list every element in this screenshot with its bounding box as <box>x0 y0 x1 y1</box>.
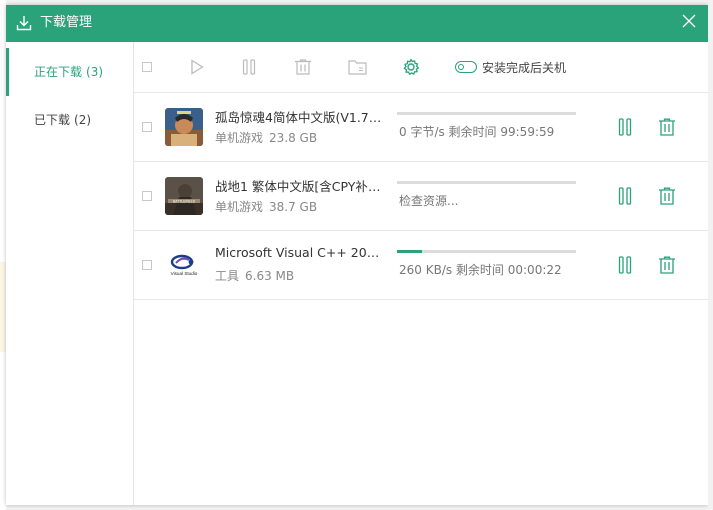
battlefield-1-thumbnail: BATTLEFIELD <box>165 177 203 215</box>
download-row[interactable]: Visual Studio Microsoft Visual C++ 2013.… <box>134 231 708 300</box>
download-meta: 单机游戏 23.8 GB <box>215 129 317 146</box>
select-all-checkbox[interactable] <box>142 62 152 72</box>
sidebar-item-downloading[interactable]: 正在下载 (3) <box>6 48 133 96</box>
background-right-strip <box>708 0 713 510</box>
window-title: 下载管理 <box>40 15 93 30</box>
download-list-panel: 安装完成后关机 孤岛惊魂4简体中文版(V1.7+... 单机游戏 23.8 GB … <box>134 42 708 505</box>
svg-text:Visual Studio: Visual Studio <box>171 271 198 276</box>
trash-icon[interactable] <box>658 256 676 274</box>
download-row[interactable]: BATTLEFIELD 战地1 繁体中文版[含CPY补丁|... 单机游戏 38.… <box>134 162 708 231</box>
play-icon[interactable] <box>190 59 204 75</box>
title-bar: 下载管理 <box>6 5 708 42</box>
download-category: 单机游戏 <box>215 131 264 145</box>
progress-fill <box>397 250 423 253</box>
progress-bar <box>397 181 576 184</box>
shutdown-after-install-label: 安装完成后关机 <box>482 60 567 75</box>
download-status: 0 字节/s 剩余时间 99:59:59 <box>399 125 555 139</box>
trash-icon[interactable] <box>658 118 676 136</box>
progress-bar <box>397 250 576 253</box>
pause-icon[interactable] <box>618 118 632 136</box>
row-checkbox[interactable] <box>142 260 152 270</box>
pause-icon[interactable] <box>242 59 256 75</box>
download-icon <box>16 16 32 31</box>
pause-icon[interactable] <box>618 187 632 205</box>
download-status: 检查资源... <box>399 194 459 208</box>
sidebar-item-downloaded[interactable]: 已下载 (2) <box>6 96 133 144</box>
trash-icon[interactable] <box>658 187 676 205</box>
download-size: 6.63 MB <box>245 269 295 283</box>
download-name: 孤岛惊魂4简体中文版(V1.7+... <box>215 110 385 125</box>
toggle-switch-icon <box>455 61 477 73</box>
download-category: 工具 <box>215 269 240 283</box>
svg-text:BATTLEFIELD: BATTLEFIELD <box>173 199 196 203</box>
download-meta: 单机游戏 38.7 GB <box>215 198 317 215</box>
download-name: Microsoft Visual C++ 2013... <box>215 245 385 260</box>
far-cry-4-thumbnail <box>165 108 203 146</box>
download-status: 260 KB/s 剩余时间 00:00:22 <box>399 263 562 277</box>
sidebar: 正在下载 (3) 已下载 (2) <box>6 42 134 505</box>
download-size: 38.7 GB <box>269 200 318 214</box>
progress-bar <box>397 112 576 115</box>
close-icon[interactable] <box>682 14 696 28</box>
gear-icon[interactable] <box>402 58 420 76</box>
toolbar: 安装完成后关机 <box>134 42 708 93</box>
pause-icon[interactable] <box>618 256 632 274</box>
download-size: 23.8 GB <box>269 131 318 145</box>
row-checkbox[interactable] <box>142 122 152 132</box>
sidebar-item-label: 正在下载 <box>34 65 83 79</box>
sidebar-item-count: (2) <box>74 113 92 127</box>
sidebar-item-label: 已下载 <box>34 113 71 127</box>
download-category: 单机游戏 <box>215 200 264 214</box>
sidebar-item-count: (3) <box>86 65 104 79</box>
shutdown-after-install-toggle[interactable]: 安装完成后关机 <box>455 59 566 75</box>
visual-studio-thumbnail: Visual Studio <box>165 246 203 284</box>
download-manager-window: 下载管理 正在下载 (3) 已下载 (2) 安装完成后关机 孤岛惊魂4简体中文版… <box>6 5 708 505</box>
download-name: 战地1 繁体中文版[含CPY补丁|... <box>215 179 385 194</box>
trash-icon[interactable] <box>294 59 312 75</box>
folder-icon[interactable] <box>348 59 367 75</box>
download-row[interactable]: 孤岛惊魂4简体中文版(V1.7+... 单机游戏 23.8 GB 0 字节/s 剩… <box>134 93 708 162</box>
row-checkbox[interactable] <box>142 191 152 201</box>
download-meta: 工具 6.63 MB <box>215 267 294 284</box>
